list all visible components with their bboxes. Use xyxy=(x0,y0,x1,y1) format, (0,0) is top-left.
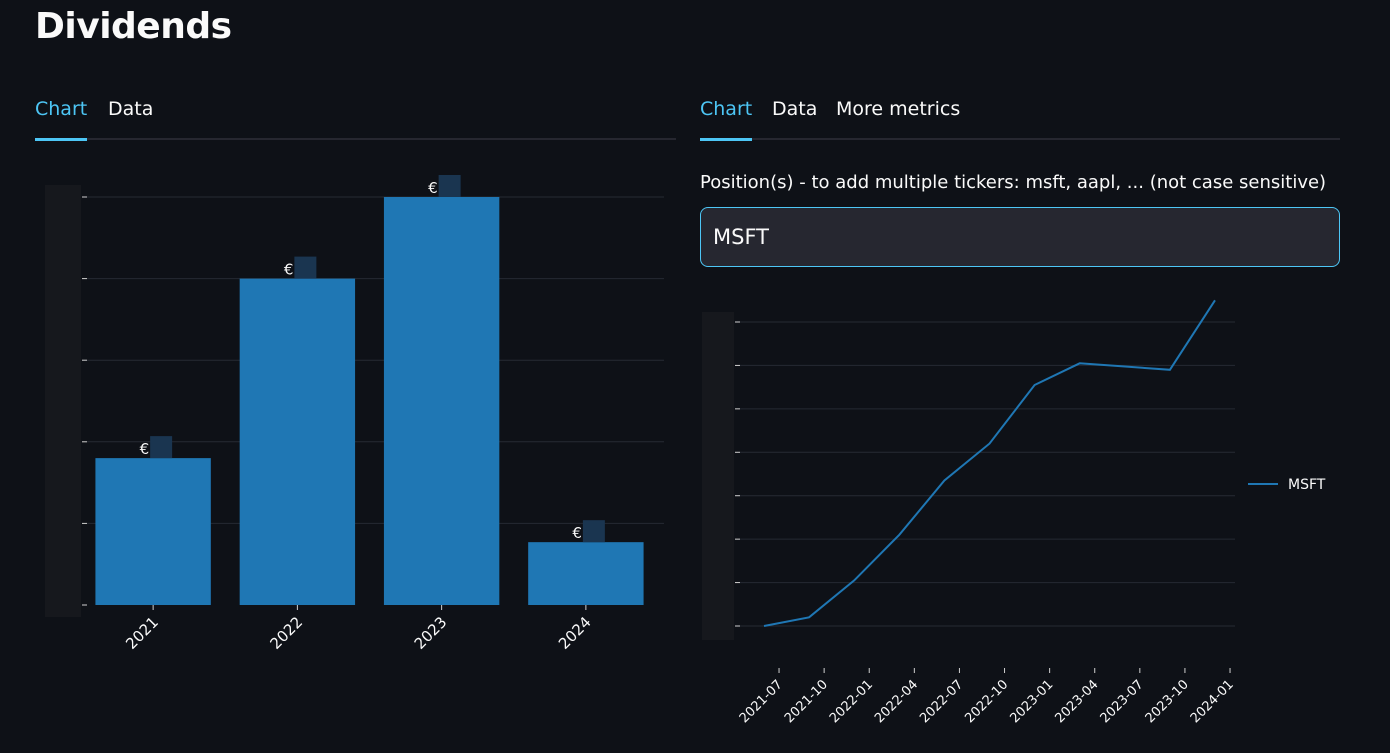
bar-data-label-2022: € xyxy=(284,261,294,279)
msft-line-chart: 2021-072021-102022-012022-042022-072022-… xyxy=(702,299,1326,726)
tab-chart-left[interactable]: Chart xyxy=(35,96,88,141)
bar-data-value-redacted xyxy=(438,175,461,197)
left-tab-bar: Chart Data xyxy=(35,96,676,141)
bar-2023 xyxy=(383,197,500,605)
bar-data-label-2024: € xyxy=(572,524,582,542)
line-x-tick-label-2022-07: 2022-07 xyxy=(917,677,966,726)
page-title: Dividends xyxy=(35,6,232,47)
y-axis-labels-redacted xyxy=(45,185,81,617)
bar-2022 xyxy=(239,278,356,605)
bar-x-tick-label-2024: 2024 xyxy=(555,613,595,653)
tab-data-left[interactable]: Data xyxy=(108,96,153,140)
bar-data-label-2023: € xyxy=(428,179,438,197)
bar-x-tick-label-2023: 2023 xyxy=(411,613,451,653)
line-x-tick-label-2023-04: 2023-04 xyxy=(1053,677,1102,726)
y-axis-labels-redacted xyxy=(702,312,734,640)
line-x-tick-label-2021-07: 2021-07 xyxy=(737,677,786,726)
line-x-tick-label-2022-01: 2022-01 xyxy=(827,677,876,726)
bar-data-value-redacted xyxy=(582,520,605,543)
tab-more-metrics[interactable]: More metrics xyxy=(836,96,960,140)
bar-data-label-2021: € xyxy=(140,440,150,458)
tab-data-right[interactable]: Data xyxy=(772,96,817,140)
legend-label-MSFT: MSFT xyxy=(1288,477,1326,493)
positions-input-label: Position(s) - to add multiple tickers: m… xyxy=(700,172,1327,193)
line-x-tick-label-2023-01: 2023-01 xyxy=(1007,677,1056,726)
bar-x-tick-label-2022: 2022 xyxy=(266,613,306,653)
bar-x-tick-label-2021: 2021 xyxy=(122,613,162,653)
line-series-MSFT xyxy=(763,299,1216,627)
positions-input[interactable] xyxy=(700,207,1340,267)
bar-data-value-redacted xyxy=(294,256,317,279)
bar-2024 xyxy=(528,542,644,605)
right-tab-bar: Chart Data More metrics xyxy=(700,96,1340,141)
bar-data-value-redacted xyxy=(150,436,173,459)
line-x-tick-label-2024-01: 2024-01 xyxy=(1188,677,1237,726)
line-x-tick-label-2021-10: 2021-10 xyxy=(782,677,831,726)
line-x-tick-label-2022-04: 2022-04 xyxy=(872,677,921,726)
line-x-tick-label-2023-10: 2023-10 xyxy=(1143,677,1192,726)
dividends-bar-chart: €2021 €2022 €2023 €2024 xyxy=(45,175,664,653)
line-x-tick-label-2022-10: 2022-10 xyxy=(962,677,1011,726)
line-x-tick-label-2023-07: 2023-07 xyxy=(1098,677,1147,726)
bar-2021 xyxy=(95,458,211,605)
tab-chart-right[interactable]: Chart xyxy=(700,96,753,141)
